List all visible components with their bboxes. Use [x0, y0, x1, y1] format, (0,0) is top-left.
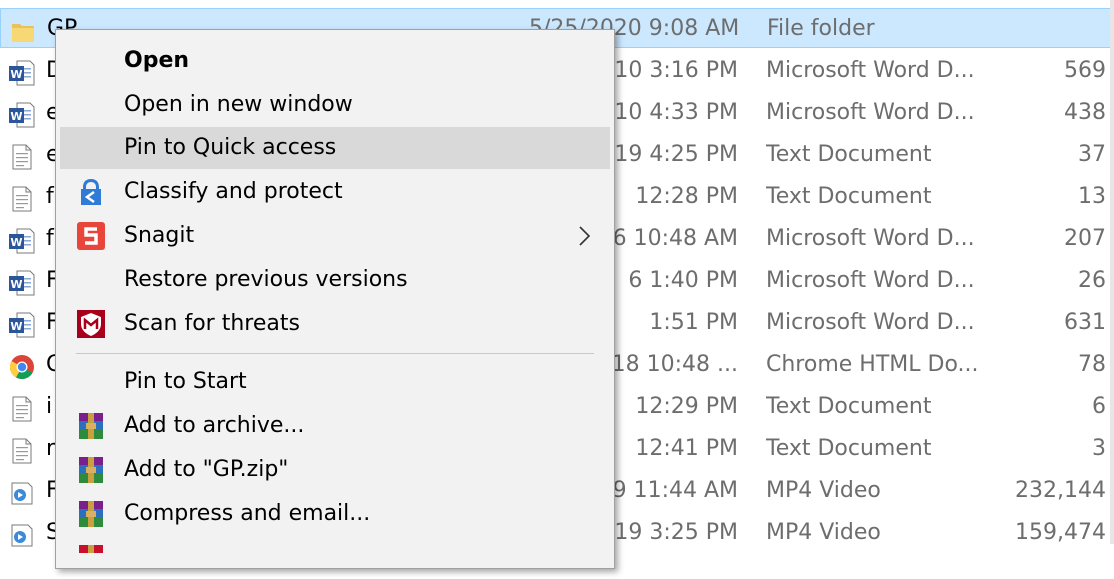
file-size: 6: [1092, 394, 1106, 419]
menu-item-pin-quick-access[interactable]: Pin to Quick access: [60, 127, 610, 169]
file-type: Microsoft Word D...: [766, 310, 975, 335]
file-type: MP4 Video: [766, 478, 881, 503]
word-doc-icon: W: [8, 311, 36, 339]
file-type: Text Document: [766, 436, 932, 461]
file-type: Chrome HTML Do...: [766, 352, 979, 377]
menu-label: Add to archive...: [124, 413, 305, 438]
svg-text:W: W: [10, 110, 22, 123]
menu-item-scan-threats[interactable]: Scan for threats: [60, 303, 610, 345]
menu-separator: [76, 353, 594, 354]
file-size: 159,474: [1015, 520, 1106, 545]
file-type: Text Document: [766, 394, 932, 419]
winrar-icon: [76, 499, 106, 529]
word-doc-icon: W: [8, 227, 36, 255]
menu-label: Scan for threats: [124, 311, 300, 336]
chrome-icon: [8, 353, 36, 381]
snagit-icon: [76, 221, 106, 251]
winrar-icon: [76, 543, 106, 573]
menu-item-snagit[interactable]: Snagit: [60, 215, 610, 257]
menu-label: Classify and protect: [124, 179, 343, 204]
menu-item-next[interactable]: [60, 537, 610, 579]
video-icon: [8, 479, 36, 507]
menu-label: Add to "GP.zip": [124, 457, 289, 482]
file-type: Microsoft Word D...: [766, 100, 975, 125]
word-doc-icon: W: [8, 269, 36, 297]
file-size: 438: [1064, 100, 1106, 125]
file-size: 3: [1092, 436, 1106, 461]
scrollbar[interactable]: [1110, 0, 1114, 544]
text-doc-icon: [8, 395, 36, 423]
folder-icon: [9, 18, 37, 46]
menu-item-open[interactable]: Open: [60, 40, 610, 82]
mcafee-shield-icon: [76, 309, 106, 339]
video-icon: [8, 521, 36, 549]
menu-item-open-new-window[interactable]: Open in new window: [60, 84, 610, 126]
menu-label: Open: [124, 48, 190, 73]
menu-item-restore-versions[interactable]: Restore previous versions: [60, 259, 610, 301]
svg-text:W: W: [10, 278, 22, 291]
menu-item-pin-start[interactable]: Pin to Start: [60, 361, 610, 403]
menu-label: Restore previous versions: [124, 267, 408, 292]
text-doc-icon: [8, 437, 36, 465]
winrar-icon: [76, 455, 106, 485]
menu-label: Compress and email...: [124, 501, 371, 526]
file-size: 207: [1064, 226, 1106, 251]
menu-label: Snagit: [124, 223, 195, 248]
lock-shield-icon: [76, 177, 106, 207]
menu-label: Open in new window: [124, 92, 353, 117]
svg-text:W: W: [10, 236, 22, 249]
text-doc-icon: [8, 143, 36, 171]
file-type: Microsoft Word D...: [766, 268, 975, 293]
file-size: 78: [1078, 352, 1106, 377]
menu-label: Pin to Start: [124, 369, 247, 394]
file-size: 26: [1078, 268, 1106, 293]
file-size: 13: [1078, 184, 1106, 209]
file-type: Microsoft Word D...: [766, 226, 975, 251]
menu-item-add-archive[interactable]: Add to archive...: [60, 405, 610, 447]
file-size: 37: [1078, 142, 1106, 167]
file-type: Microsoft Word D...: [766, 58, 975, 83]
menu-item-add-zip[interactable]: Add to "GP.zip": [60, 449, 610, 491]
menu-item-compress-email[interactable]: Compress and email...: [60, 493, 610, 535]
word-doc-icon: W: [8, 101, 36, 129]
file-type: File folder: [767, 16, 875, 41]
winrar-icon: [76, 411, 106, 441]
file-size: [991, 8, 1107, 50]
file-size: 631: [1064, 310, 1106, 335]
svg-text:W: W: [10, 320, 22, 333]
context-menu: Open Open in new window Pin to Quick acc…: [55, 29, 615, 569]
svg-text:W: W: [10, 68, 22, 81]
file-size: 232,144: [1015, 478, 1106, 503]
menu-label: Pin to Quick access: [124, 135, 337, 160]
chevron-right-icon: [572, 224, 596, 248]
menu-item-classify-protect[interactable]: Classify and protect: [60, 171, 610, 213]
file-size: 569: [1064, 58, 1106, 83]
file-type: MP4 Video: [766, 520, 881, 545]
word-doc-icon: W: [8, 59, 36, 87]
file-type: Text Document: [766, 142, 932, 167]
file-type: Text Document: [766, 184, 932, 209]
text-doc-icon: [8, 185, 36, 213]
